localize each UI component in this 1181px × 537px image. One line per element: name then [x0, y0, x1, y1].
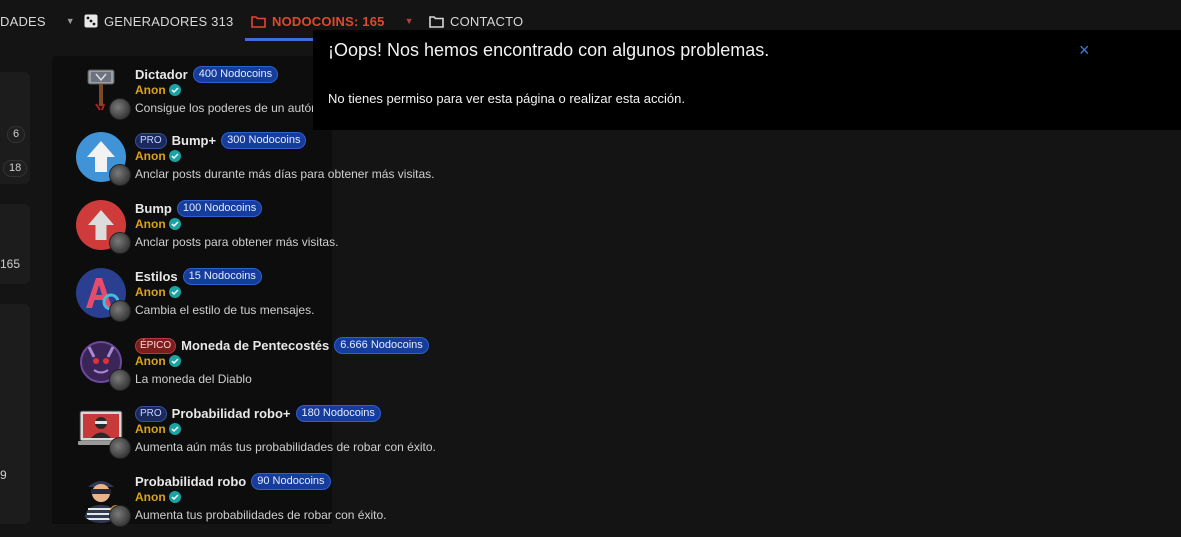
check-circle-icon: [168, 423, 181, 435]
avatar: [109, 232, 131, 254]
price-badge: 15 Nodocoins: [182, 268, 262, 285]
sidebar-panel: [0, 304, 30, 524]
item-name: Moneda de Pentecostés: [181, 338, 330, 353]
check-circle-icon: [168, 355, 181, 367]
pro-badge: PRO: [135, 405, 167, 422]
chevron-down-icon[interactable]: ▼: [66, 16, 75, 26]
avatar: [109, 300, 131, 322]
check-circle-icon: [168, 286, 181, 298]
avatar: [109, 437, 131, 459]
item-name: Probabilidad robo+: [171, 406, 291, 421]
item-name: Probabilidad robo: [135, 474, 247, 489]
folder-icon: [429, 15, 444, 28]
item-description: Consigue los poderes de un autór: [135, 101, 316, 115]
check-circle-icon: [168, 150, 181, 162]
item-title-row: PRO Bump+ 300 Nodocoins: [135, 132, 307, 149]
count-badge: 18: [3, 160, 28, 177]
item-author: Anon: [135, 217, 181, 231]
item-description: Anclar posts para obtener más visitas.: [135, 235, 339, 249]
nav-label: CONTACTO: [450, 13, 524, 29]
item-description: La moneda del Diablo: [135, 372, 252, 386]
item-author: Anon: [135, 149, 181, 163]
item-author: Anon: [135, 354, 181, 368]
nav-item-dades[interactable]: DADES ▼: [0, 0, 75, 42]
item-description: Aumenta aún más tus probabilidades de ro…: [135, 440, 436, 454]
close-icon[interactable]: ×: [1079, 40, 1090, 61]
dice-icon: [84, 14, 98, 28]
item-author: Anon: [135, 490, 181, 504]
list-item[interactable]: Probabilidad robo 90 Nodocoins Anon Aume…: [76, 473, 516, 537]
list-item[interactable]: PRO Probabilidad robo+ 180 Nodocoins Ano…: [76, 405, 516, 469]
active-tab-indicator: [245, 38, 313, 41]
item-description: Cambia el estilo de tus mensajes.: [135, 303, 315, 317]
username[interactable]: Anon: [135, 354, 166, 368]
sidebar-value: 9: [0, 468, 7, 482]
chevron-down-icon[interactable]: ▼: [405, 16, 414, 26]
nav-label: GENERADORES 313: [104, 13, 234, 29]
username[interactable]: Anon: [135, 217, 166, 231]
nav-label: NODOCOINS: 165: [272, 13, 385, 29]
price-badge: 300 Nodocoins: [221, 132, 307, 149]
username[interactable]: Anon: [135, 285, 166, 299]
count-badge: 6: [7, 126, 26, 143]
error-dialog: ¡Oops! Nos hemos encontrado con algunos …: [313, 30, 1181, 130]
item-description: Aumenta tus probabilidades de robar con …: [135, 508, 387, 522]
sidebar-panel: [0, 204, 30, 284]
list-item[interactable]: PRO Bump+ 300 Nodocoins Anon Anclar post…: [76, 132, 516, 196]
list-item[interactable]: Bump 100 Nodocoins Anon Anclar posts par…: [76, 200, 516, 264]
folder-icon: [251, 15, 266, 28]
item-title-row: Bump 100 Nodocoins: [135, 200, 263, 217]
username[interactable]: Anon: [135, 422, 166, 436]
username[interactable]: Anon: [135, 490, 166, 504]
avatar: [109, 369, 131, 391]
item-name: Bump: [135, 201, 172, 216]
item-author: Anon: [135, 422, 181, 436]
price-badge: 90 Nodocoins: [251, 473, 331, 490]
item-title-row: Dictador 400 Nodocoins: [135, 66, 279, 83]
item-name: Dictador: [135, 67, 188, 82]
price-badge: 180 Nodocoins: [295, 405, 381, 422]
item-title-row: Probabilidad robo 90 Nodocoins: [135, 473, 331, 490]
item-name: Estilos: [135, 269, 178, 284]
price-badge: 6.666 Nodocoins: [334, 337, 429, 354]
item-title-row: Estilos 15 Nodocoins: [135, 268, 262, 285]
list-item[interactable]: ÉPICO Moneda de Pentecostés 6.666 Nodoco…: [76, 337, 516, 401]
list-item[interactable]: Estilos 15 Nodocoins Anon Cambia el esti…: [76, 268, 516, 332]
item-author: Anon: [135, 83, 181, 97]
price-badge: 100 Nodocoins: [176, 200, 263, 217]
item-name: Bump+: [171, 133, 217, 148]
nav-label: DADES: [0, 13, 46, 29]
check-circle-icon: [168, 218, 181, 230]
epic-badge: ÉPICO: [135, 337, 177, 354]
price-badge: 400 Nodocoins: [192, 66, 279, 83]
item-description: Anclar posts durante más días para obten…: [135, 167, 435, 181]
nav-item-generadores[interactable]: GENERADORES 313: [84, 0, 233, 42]
pro-badge: PRO: [135, 132, 167, 149]
error-message: No tienes permiso para ver esta página o…: [328, 91, 685, 106]
avatar: [109, 164, 131, 186]
item-title-row: ÉPICO Moneda de Pentecostés 6.666 Nodoco…: [135, 337, 429, 354]
username[interactable]: Anon: [135, 149, 166, 163]
check-circle-icon: [168, 84, 181, 96]
username[interactable]: Anon: [135, 83, 166, 97]
avatar: [109, 98, 131, 120]
sidebar-value: 165: [0, 257, 21, 271]
item-author: Anon: [135, 285, 181, 299]
item-title-row: PRO Probabilidad robo+ 180 Nodocoins: [135, 405, 381, 422]
error-title: ¡Oops! Nos hemos encontrado con algunos …: [328, 40, 770, 60]
check-circle-icon: [168, 491, 181, 503]
